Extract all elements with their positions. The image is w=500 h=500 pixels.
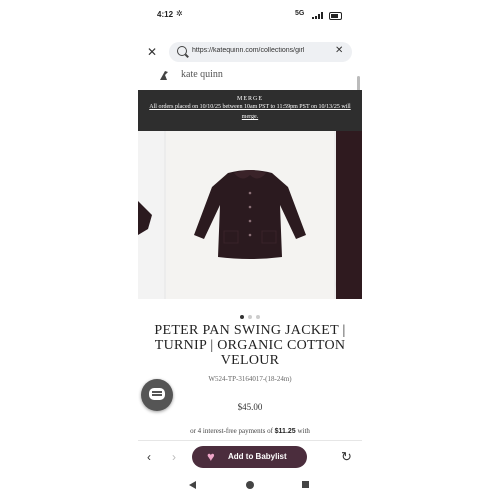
product-sku: W524-TP-3164017-(18-24m) [208,375,292,383]
nav-recents-icon[interactable] [302,481,309,488]
url-text[interactable]: https://katequinn.com/collections/girl [192,47,329,54]
product-image[interactable] [166,131,353,299]
forward-icon[interactable]: › [172,450,176,464]
product-image-carousel[interactable] [138,131,362,299]
system-nav-bar [138,478,362,496]
settings-icon: ✲ [176,9,183,18]
installments-text: or 4 interest-free payments of $11.25 wi… [138,427,362,435]
signal-icon [312,12,326,19]
refresh-icon[interactable]: ↻ [341,449,352,465]
status-time: 4:12 [157,10,174,19]
close-tab-icon[interactable]: ✕ [147,45,157,59]
status-bar: 4:12 ✲ 5G [138,9,362,26]
installments-prefix: or 4 interest-free payments of [190,427,273,435]
address-bar[interactable]: https://katequinn.com/collections/girl ✕ [169,42,352,62]
carousel-dots [138,306,362,324]
brand-logo-icon[interactable] [158,69,170,81]
phone-screen: 4:12 ✲ 5G ✕ https://katequinn.com/collec… [138,0,362,500]
banner-message[interactable]: All orders placed on 10/10/25 between 10… [138,102,362,122]
product-title: PETER PAN SWING JACKET | TURNIP | ORGANI… [154,323,346,368]
product-price: $45.00 [237,402,263,412]
nav-back-icon[interactable] [189,481,196,489]
brand-name[interactable]: kate quinn [181,69,223,80]
nav-home-icon[interactable] [246,481,254,489]
site-header: kate quinn [138,66,362,88]
add-to-babylist-label: Add to Babylist [228,452,287,461]
carousel-dot[interactable] [256,315,260,319]
search-icon [177,46,187,56]
promo-banner: MERGE All orders placed on 10/10/25 betw… [138,90,362,131]
browser-url-row: ✕ https://katequinn.com/collections/girl… [138,40,362,66]
network-label: 5G [295,10,305,17]
next-slide-image[interactable] [336,131,362,299]
previous-slide-image[interactable] [138,131,164,299]
heart-icon: ♥ [207,449,215,464]
clear-url-icon[interactable]: ✕ [335,45,343,56]
back-icon[interactable]: ‹ [147,450,151,464]
bottom-toolbar: ‹ › ♥ Add to Babylist ↻ [138,440,362,475]
installments-suffix: with [297,427,310,435]
carousel-dot[interactable] [248,315,252,319]
add-to-babylist-button[interactable]: ♥ Add to Babylist [192,446,307,468]
carousel-dot[interactable] [240,315,244,319]
installments-amount: $11.25 [274,428,296,435]
battery-icon [329,12,342,20]
chat-icon [149,388,165,400]
